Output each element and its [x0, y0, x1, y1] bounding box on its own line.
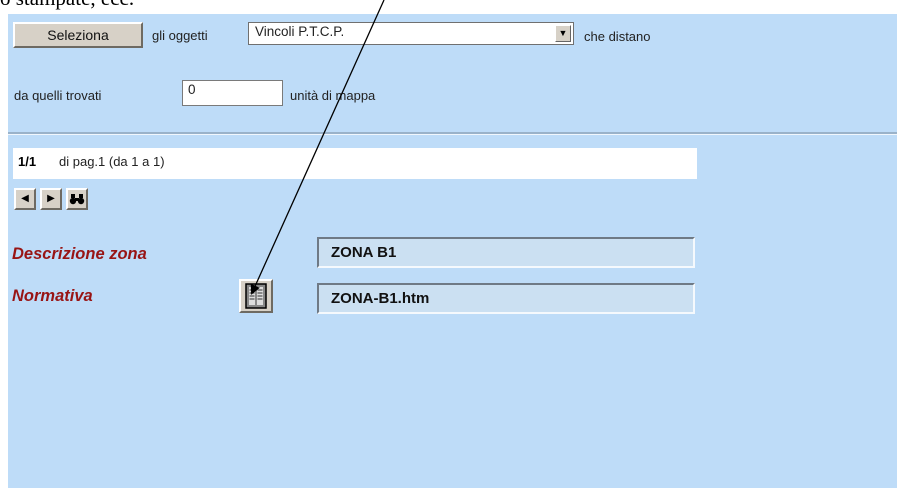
arrow-left-icon: ◀ — [21, 193, 29, 204]
description-label: Descrizione zona — [12, 245, 147, 263]
found-label: da quelli trovati — [14, 88, 102, 103]
search-button[interactable] — [66, 188, 88, 210]
select-button[interactable]: Seleziona — [13, 22, 143, 48]
binoculars-icon — [69, 194, 85, 205]
next-page-button[interactable]: ▶ — [40, 188, 62, 210]
distance-input[interactable]: 0 — [182, 80, 283, 106]
layer-select[interactable]: Vincoli P.T.C.P. ▼ — [248, 22, 574, 45]
layer-select-value: Vincoli P.T.C.P. — [255, 24, 345, 39]
distance-label: che distano — [584, 29, 651, 44]
page-index: 1/1 — [18, 154, 37, 169]
arrow-right-icon: ▶ — [47, 193, 55, 204]
open-document-button[interactable] — [239, 279, 273, 313]
pager-bar: 1/1 di pag.1 (da 1 a 1) — [13, 148, 697, 179]
page-info: di pag.1 (da 1 a 1) — [59, 154, 165, 169]
chevron-down-icon[interactable]: ▼ — [555, 25, 571, 42]
prev-page-button[interactable]: ◀ — [14, 188, 36, 210]
document-icon — [245, 283, 267, 309]
description-field: ZONA B1 — [317, 237, 695, 268]
document-caption: o stampate, ecc. — [0, 0, 134, 11]
unit-label: unità di mappa — [290, 88, 376, 103]
divider — [8, 132, 897, 135]
regulation-label: Normativa — [12, 287, 93, 305]
objects-label: gli oggetti — [152, 28, 208, 43]
regulation-field: ZONA-B1.htm — [317, 283, 695, 314]
